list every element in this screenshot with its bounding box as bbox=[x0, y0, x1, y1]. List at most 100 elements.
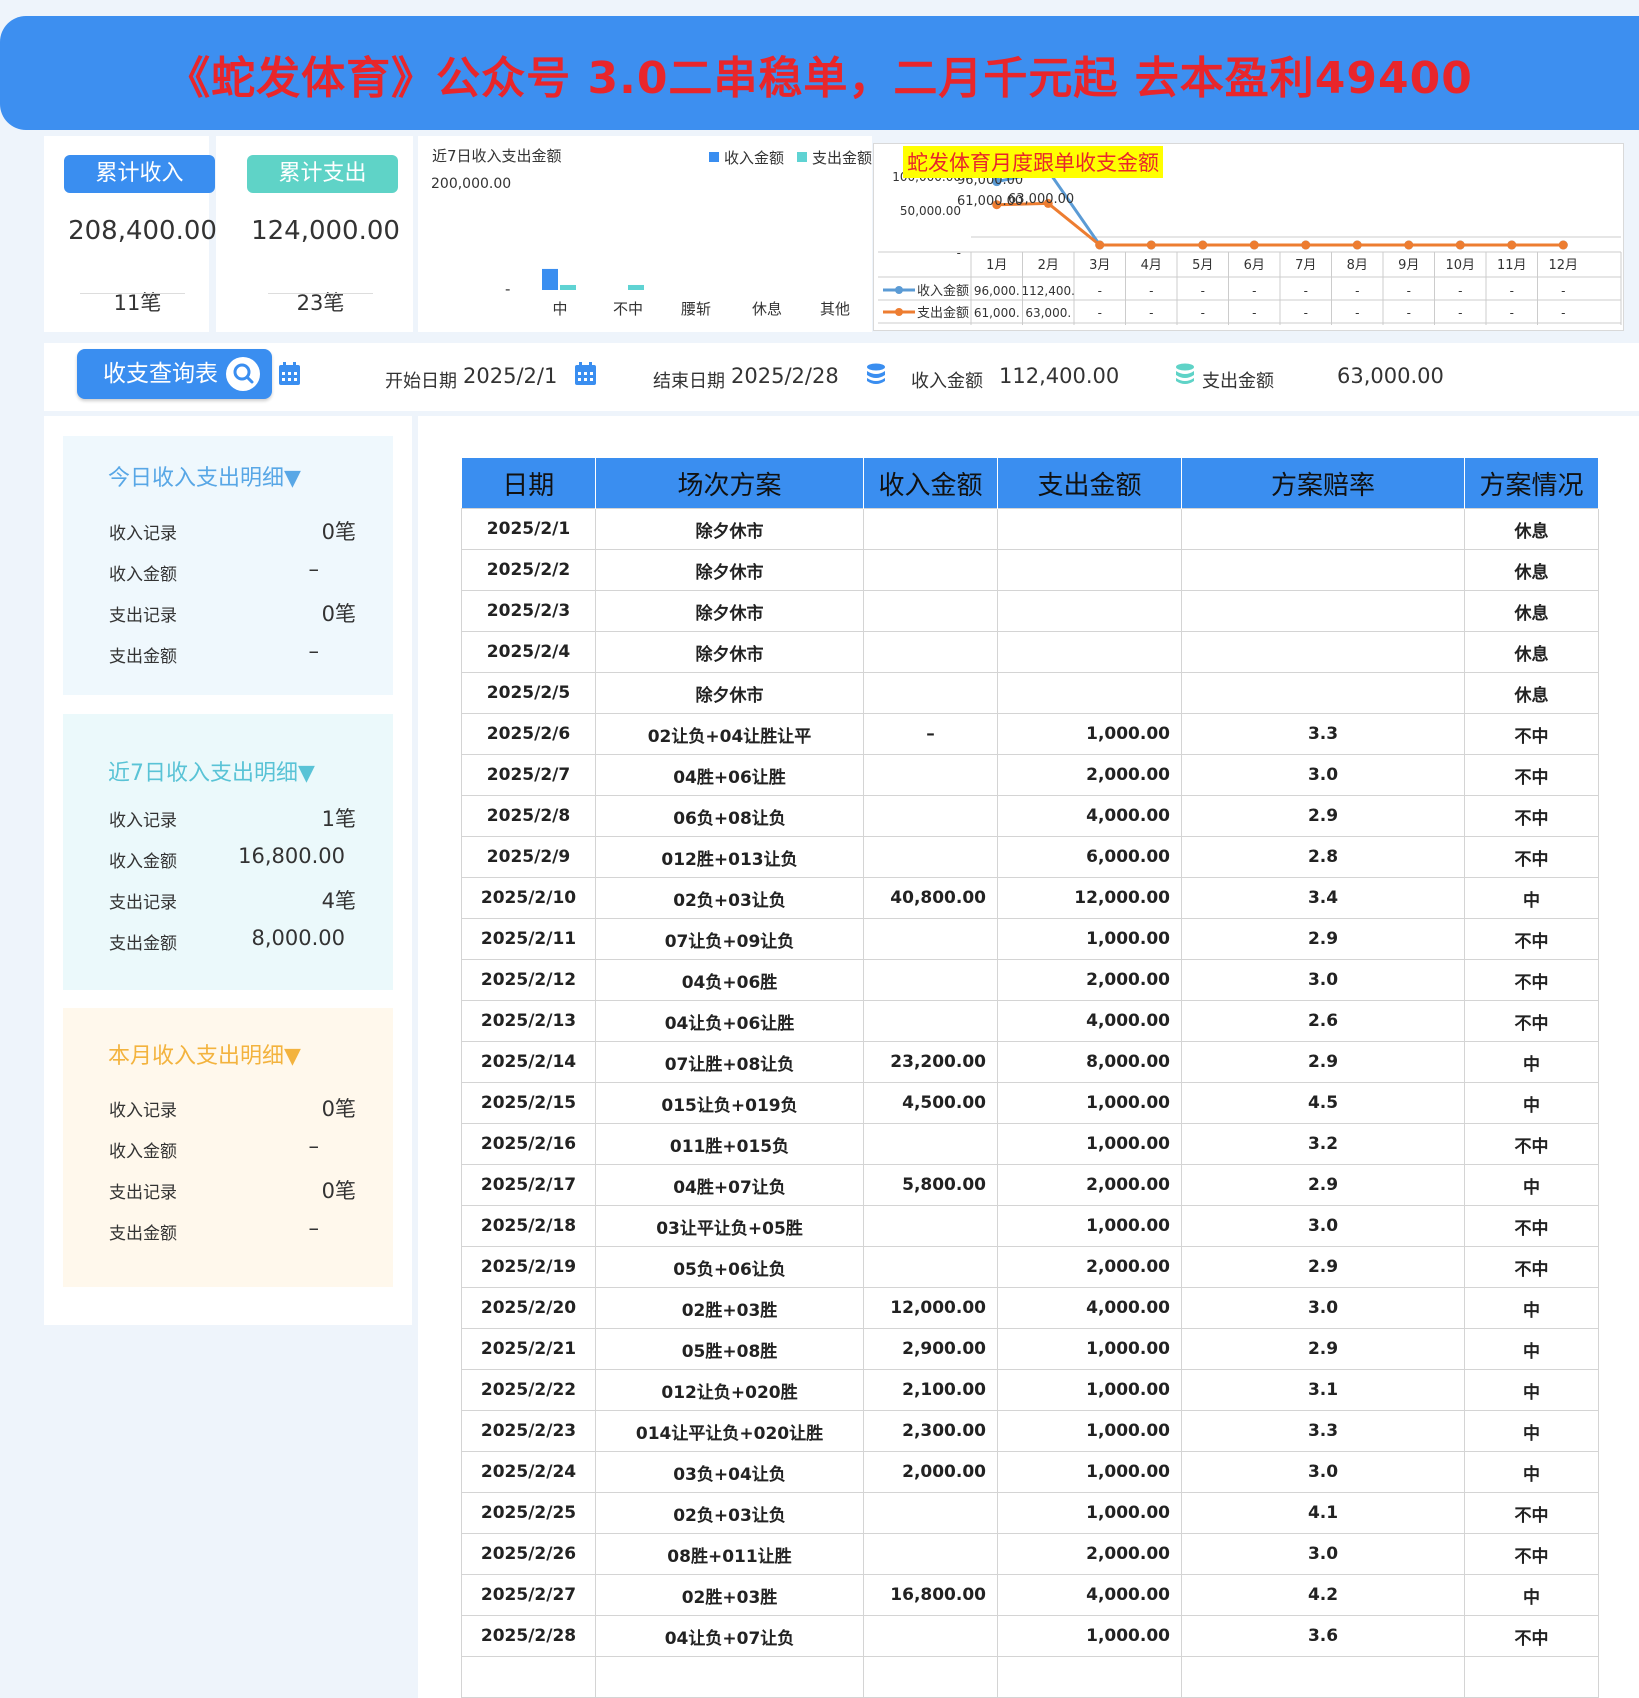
start-date-label: 开始日期 bbox=[385, 371, 457, 392]
table-row[interactable]: 2025/2/1 除夕休市 休息 bbox=[461, 508, 1599, 550]
table-row[interactable]: 2025/2/28 04让负+07让负 1,000.00 3.6 不中 bbox=[461, 1615, 1599, 1657]
cell-expense bbox=[997, 631, 1182, 673]
header-date[interactable]: 日期 bbox=[461, 458, 596, 509]
cell-income bbox=[863, 1123, 998, 1165]
today-detail-box: 今日收入支出明细▼ 收入记录 0笔 收入金额 – 支出记录 0笔 支出金额 – bbox=[63, 436, 393, 695]
cell-date: 2025/2/17 bbox=[461, 1164, 596, 1206]
week-category-label: 不中 bbox=[613, 300, 643, 318]
calendar-icon[interactable] bbox=[277, 361, 303, 387]
cell-odds: 3.0 bbox=[1181, 1533, 1465, 1575]
month-y-tick: 50,000.00 bbox=[900, 204, 961, 218]
header-odds[interactable]: 方案赔率 bbox=[1181, 458, 1465, 509]
cell-status: 不中 bbox=[1464, 959, 1599, 1001]
table-row[interactable]: 2025/2/23 014让平让负+020让胜 2,300.00 1,000.00 3.… bbox=[461, 1410, 1599, 1452]
table-row[interactable]: 2025/2/12 04负+06胜 2,000.00 3.0 不中 bbox=[461, 959, 1599, 1001]
week-row-label: 收入金额 bbox=[109, 852, 177, 872]
table-row[interactable]: 2025/2/22 012让负+020胜 2,100.00 1,000.00 3.1 中 bbox=[461, 1369, 1599, 1411]
today-row-value: 0笔 bbox=[321, 602, 356, 626]
cell-expense: 1,000.00 bbox=[997, 1492, 1182, 1534]
week-detail-title[interactable]: 近7日收入支出明细▼ bbox=[108, 755, 315, 787]
cell-date: 2025/2/1 bbox=[461, 508, 596, 550]
total-expense-button[interactable]: 累计支出 bbox=[247, 155, 398, 193]
cell-income bbox=[863, 1492, 998, 1534]
week-bar-chart: 中 不中 腰斩 休息 其他 bbox=[542, 268, 850, 318]
month-row-label: 收入记录 bbox=[109, 1101, 177, 1121]
table-row[interactable]: 2025/2/8 06负+08让负 4,000.00 2.9 不中 bbox=[461, 795, 1599, 837]
cell-date: 2025/2/28 bbox=[461, 1615, 596, 1657]
today-detail-title[interactable]: 今日收入支出明细▼ bbox=[108, 460, 301, 492]
cell-plan: 除夕休市 bbox=[595, 549, 864, 591]
month-series-point bbox=[1404, 240, 1414, 250]
month-income-cell: - bbox=[1407, 284, 1411, 298]
table-row[interactable]: 2025/2/7 04胜+06让胜 2,000.00 3.0 不中 bbox=[461, 754, 1599, 796]
start-calendar-icon[interactable] bbox=[573, 361, 599, 387]
end-date-value[interactable]: 2025/2/28 bbox=[731, 364, 839, 388]
total-income-button[interactable]: 累计收入 bbox=[64, 155, 215, 193]
cell-expense: 1,000.00 bbox=[997, 1328, 1182, 1370]
table-row[interactable]: 2025/2/6 02让负+04让胜让平 –1,000.00 3.3 不中 bbox=[461, 713, 1599, 755]
table-row[interactable]: 2025/2/17 04胜+07让负 5,800.00 2,000.00 2.9 中 bbox=[461, 1164, 1599, 1206]
cell-status: 不中 bbox=[1464, 1615, 1599, 1657]
table-row[interactable]: 2025/2/13 04让负+06让胜 4,000.00 2.6 不中 bbox=[461, 1000, 1599, 1042]
cell-status: 休息 bbox=[1464, 508, 1599, 550]
header-plan[interactable]: 场次方案 bbox=[595, 458, 864, 509]
table-row[interactable]: 2025/2/16 011胜+015负 1,000.00 3.2 不中 bbox=[461, 1123, 1599, 1165]
table-row[interactable]: 2025/2/19 05负+06让负 2,000.00 2.9 不中 bbox=[461, 1246, 1599, 1288]
cell-status: 中 bbox=[1464, 1451, 1599, 1493]
query-table-button[interactable]: 收支查询表 bbox=[77, 349, 272, 399]
table-row[interactable]: 2025/2/18 03让平让负+05胜 1,000.00 3.0 不中 bbox=[461, 1205, 1599, 1247]
month-label: 3月 bbox=[1089, 258, 1110, 273]
table-row[interactable]: 2025/2/15 015让负+019负 4,500.00 1,000.00 4.5 中 bbox=[461, 1082, 1599, 1124]
table-row[interactable]: 2025/2/25 02负+03让负 1,000.00 4.1 不中 bbox=[461, 1492, 1599, 1534]
month-expense-cell: - bbox=[1407, 306, 1411, 320]
header-status[interactable]: 方案情况 bbox=[1464, 458, 1599, 509]
week-bar bbox=[542, 268, 558, 290]
cell-plan: 07让负+09让负 bbox=[595, 918, 864, 960]
month-series-point bbox=[1146, 240, 1156, 250]
table-row[interactable]: 2025/2/10 02负+03让负 40,800.00 12,000.00 3.4 中 bbox=[461, 877, 1599, 919]
month-income-cell: - bbox=[1355, 284, 1359, 298]
header-expense[interactable]: 支出金额 bbox=[997, 458, 1182, 509]
month-detail-title[interactable]: 本月收入支出明细▼ bbox=[108, 1038, 301, 1070]
cell-status: 中 bbox=[1464, 1082, 1599, 1124]
table-row[interactable]: 2025/2/5 除夕休市 休息 bbox=[461, 672, 1599, 714]
cell-plan: 06负+08让负 bbox=[595, 795, 864, 837]
month-income-cell: - bbox=[1304, 284, 1308, 298]
table-row[interactable]: 2025/2/11 07让负+09让负 1,000.00 2.9 不中 bbox=[461, 918, 1599, 960]
cell-date: 2025/2/11 bbox=[461, 918, 596, 960]
month-label: 12月 bbox=[1548, 258, 1578, 273]
month-label: 10月 bbox=[1445, 258, 1475, 273]
cell-odds: 3.6 bbox=[1181, 1615, 1465, 1657]
table-row[interactable]: 2025/2/2 除夕休市 休息 bbox=[461, 549, 1599, 591]
cell-empty bbox=[997, 1656, 1182, 1698]
table-row[interactable]: 2025/2/21 05胜+08胜 2,900.00 1,000.00 2.9 中 bbox=[461, 1328, 1599, 1370]
table-row[interactable]: 2025/2/9 012胜+013让负 6,000.00 2.8 不中 bbox=[461, 836, 1599, 878]
cell-expense bbox=[997, 508, 1182, 550]
cell-odds: 3.3 bbox=[1181, 1410, 1465, 1452]
cell-date: 2025/2/21 bbox=[461, 1328, 596, 1370]
title-banner: 《蛇发体育》公众号 3.0二串稳单，二月千元起 去本盈利49400 bbox=[0, 16, 1639, 130]
cell-empty bbox=[1181, 1656, 1465, 1698]
table-row[interactable]: 2025/2/14 07让胜+08让负 23,200.00 8,000.00 2.9 中 bbox=[461, 1041, 1599, 1083]
cell-plan: 07让胜+08让负 bbox=[595, 1041, 864, 1083]
week-row-label: 收入记录 bbox=[109, 811, 177, 831]
cell-odds bbox=[1181, 672, 1465, 714]
table-row[interactable]: 2025/2/20 02胜+03胜 12,000.00 4,000.00 3.0 中 bbox=[461, 1287, 1599, 1329]
table-row[interactable]: 2025/2/4 除夕休市 休息 bbox=[461, 631, 1599, 673]
month-row-label: 支出金额 bbox=[109, 1224, 177, 1244]
table-row[interactable]: 2025/2/26 08胜+011让胜 2,000.00 3.0 不中 bbox=[461, 1533, 1599, 1575]
cell-income bbox=[863, 1533, 998, 1575]
cell-odds: 3.0 bbox=[1181, 1287, 1465, 1329]
cell-plan: 05负+06让负 bbox=[595, 1246, 864, 1288]
table-row[interactable]: 2025/2/27 02胜+03胜 16,800.00 4,000.00 4.2 中 bbox=[461, 1574, 1599, 1616]
week-row-value: 1笔 bbox=[321, 807, 356, 831]
cell-income: 5,800.00 bbox=[863, 1164, 998, 1206]
month-series-line bbox=[996, 201, 1564, 247]
cell-income bbox=[863, 959, 998, 1001]
cell-income bbox=[863, 1615, 998, 1657]
start-date-value[interactable]: 2025/2/1 bbox=[463, 364, 557, 388]
table-row[interactable]: 2025/2/3 除夕休市 休息 bbox=[461, 590, 1599, 632]
header-income[interactable]: 收入金额 bbox=[863, 458, 998, 509]
cell-income: 16,800.00 bbox=[863, 1574, 998, 1616]
table-row[interactable]: 2025/2/24 03负+04让负 2,000.00 1,000.00 3.0 中 bbox=[461, 1451, 1599, 1493]
